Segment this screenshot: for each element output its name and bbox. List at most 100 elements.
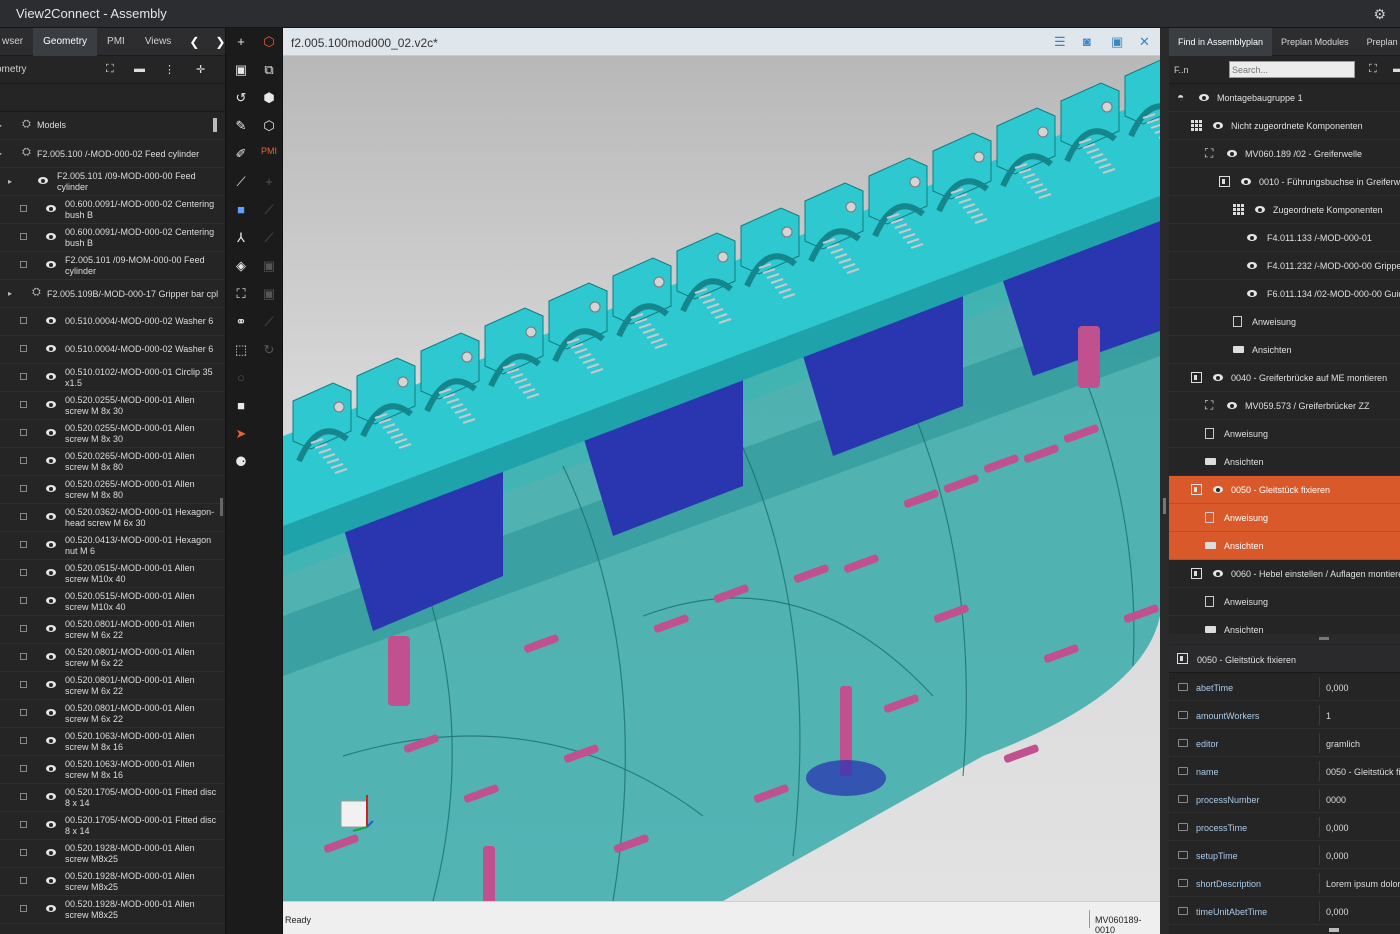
property-row[interactable]: timeUnitAbetTime 0,000 xyxy=(1169,897,1400,925)
assembly-model[interactable] xyxy=(283,56,1160,901)
assemblyplan-tree-item[interactable]: Ansichten xyxy=(1169,532,1400,560)
property-value[interactable]: 0050 - Gleitstück fi xyxy=(1326,767,1400,777)
eye-icon[interactable] xyxy=(46,625,56,632)
checkbox[interactable] xyxy=(20,737,27,744)
cube-front-icon[interactable]: ⧉ xyxy=(257,59,281,81)
eye-icon[interactable] xyxy=(46,429,56,436)
eye-icon[interactable] xyxy=(1247,262,1257,269)
geometry-tree-item[interactable]: ▸ ⛭ F2.005.109B/-MOD-000-17 Gripper bar cp… xyxy=(0,280,225,308)
explode-icon[interactable]: ◈ xyxy=(229,255,253,277)
eraser-icon[interactable]: ✐ xyxy=(229,143,253,165)
assembly-icon[interactable]: ◓ xyxy=(1177,91,1188,103)
save-icon[interactable]: ▣ xyxy=(229,59,253,81)
panel-icon[interactable]: ▬ xyxy=(134,63,145,75)
geometry-tree-item[interactable]: 00.520.0362/-MOD-000-01 Hexagon-head scr… xyxy=(0,504,225,532)
assemblyplan-tree-item[interactable]: Nicht zugeordnete Komponenten xyxy=(1169,112,1400,140)
list-icon[interactable]: ☰ xyxy=(1054,34,1066,50)
eye-icon[interactable] xyxy=(46,681,56,688)
geometry-tree-item[interactable]: 00.520.1063/-MOD-000-01 Allen screw M 8x… xyxy=(0,756,225,784)
geometry-tree-item[interactable]: 00.520.0265/-MOD-000-01 Allen screw M 8x… xyxy=(0,448,225,476)
checkbox[interactable] xyxy=(20,905,27,912)
expander-icon[interactable]: ▸ xyxy=(8,288,12,299)
property-value[interactable]: gramlich xyxy=(1326,739,1360,749)
assemblyplan-tree-item[interactable]: Anweisung xyxy=(1169,420,1400,448)
eye-icon[interactable] xyxy=(1213,570,1223,577)
property-row[interactable]: processNumber 0000 xyxy=(1169,785,1400,813)
checkbox[interactable] xyxy=(20,821,27,828)
geometry-tree-item[interactable]: 00.520.1063/-MOD-000-01 Allen screw M 8x… xyxy=(0,728,225,756)
geometry-tree-item[interactable]: ▸ ⛭ Models xyxy=(0,112,225,140)
search-input[interactable] xyxy=(1229,61,1355,78)
geometry-tree-item[interactable]: 00.520.0515/-MOD-000-01 Allen screw M10x… xyxy=(0,560,225,588)
properties-scrollbar[interactable] xyxy=(1329,928,1339,932)
panel-icon[interactable]: ▬ xyxy=(1393,63,1400,75)
cursor-icon[interactable]: ➤ xyxy=(229,423,253,445)
panel-icon[interactable] xyxy=(1191,484,1202,495)
hierarchy-icon[interactable]: ⛶ xyxy=(229,283,253,305)
checkbox[interactable] xyxy=(20,569,27,576)
checkbox[interactable] xyxy=(20,513,27,520)
assemblyplan-tree-item[interactable]: 0060 - Hebel einstellen / Auflagen monti… xyxy=(1169,560,1400,588)
model-icon[interactable]: ⛭ xyxy=(32,287,41,298)
splitter-grip[interactable] xyxy=(1163,498,1166,514)
checkbox[interactable] xyxy=(20,765,27,772)
eye-icon[interactable] xyxy=(1213,486,1223,493)
chevron-left-icon[interactable]: ❮ xyxy=(181,35,207,49)
split-icon[interactable]: ✛ xyxy=(196,63,205,76)
geometry-tree-item[interactable]: 00.520.0801/-MOD-000-01 Allen screw M 6x… xyxy=(0,616,225,644)
eye-icon[interactable] xyxy=(46,597,56,604)
geometry-tree-item[interactable]: 00.520.0801/-MOD-000-01 Allen screw M 6x… xyxy=(0,644,225,672)
checkbox[interactable] xyxy=(20,597,27,604)
checkbox[interactable] xyxy=(20,681,27,688)
eye-icon[interactable] xyxy=(46,821,56,828)
doc-icon[interactable] xyxy=(1233,316,1242,327)
eye-icon[interactable] xyxy=(46,233,56,240)
checkbox[interactable] xyxy=(20,877,27,884)
geometry-tree-item[interactable]: 00.520.1928/-MOD-000-01 Allen screw M8x2… xyxy=(0,896,225,924)
checkbox[interactable] xyxy=(20,849,27,856)
panel-icon[interactable] xyxy=(1191,568,1202,579)
eye-icon[interactable] xyxy=(46,401,56,408)
3d-scene[interactable] xyxy=(283,56,1160,901)
viewport-splitter[interactable] xyxy=(1160,28,1169,934)
eye-icon[interactable] xyxy=(1227,402,1237,409)
checkbox[interactable] xyxy=(20,401,27,408)
eye-icon[interactable] xyxy=(1247,290,1257,297)
geometry-tree-item[interactable]: 00.520.0255/-MOD-000-01 Allen screw M 8x… xyxy=(0,392,225,420)
panel-icon[interactable] xyxy=(1219,176,1230,187)
checkbox[interactable] xyxy=(20,485,27,492)
checkbox[interactable] xyxy=(20,233,27,240)
geometry-tree-item[interactable]: 00.520.0515/-MOD-000-01 Allen screw M10x… xyxy=(0,588,225,616)
geometry-tree-item[interactable]: 00.520.0413/-MOD-000-01 Hexagon nut M 6 xyxy=(0,532,225,560)
eye-icon[interactable] xyxy=(46,261,56,268)
grid-icon[interactable] xyxy=(1191,120,1202,131)
eye-icon[interactable] xyxy=(38,177,48,184)
axes-icon[interactable]: ⅄ xyxy=(229,227,253,249)
left-scrollbar-grip[interactable] xyxy=(220,498,223,516)
geometry-tree-item[interactable]: 00.510.0004/-MOD-000-02 Washer 6 xyxy=(0,336,225,364)
assemblyplan-tree-item[interactable]: ◓ Montagebaugruppe 1 xyxy=(1169,84,1400,112)
geometry-tree-item[interactable]: 00.520.1705/-MOD-000-01 Fitted disc 8 x … xyxy=(0,784,225,812)
assemblyplan-tree-item[interactable]: Ansichten xyxy=(1169,336,1400,364)
property-value[interactable]: 0,000 xyxy=(1326,851,1349,861)
eye-icon[interactable] xyxy=(46,709,56,716)
grid-icon[interactable] xyxy=(1233,204,1244,215)
eye-icon[interactable] xyxy=(46,877,56,884)
geometry-tree-item[interactable]: 00.520.0265/-MOD-000-01 Allen screw M 8x… xyxy=(0,476,225,504)
eye-icon[interactable] xyxy=(1247,234,1257,241)
geometry-tree-item[interactable]: ▸ ⛭ F2.005.100 /-MOD-000-02 Feed cylinder xyxy=(0,140,225,168)
eye-icon[interactable] xyxy=(1241,178,1251,185)
geometry-tree-item[interactable]: 00.520.0801/-MOD-000-01 Allen screw M 6x… xyxy=(0,672,225,700)
checkbox[interactable] xyxy=(20,709,27,716)
camera-icon[interactable]: ■ xyxy=(229,395,253,417)
tab-browser[interactable]: wser xyxy=(0,28,33,56)
camera-icon[interactable] xyxy=(1205,542,1216,549)
undo-icon[interactable]: ↺ xyxy=(229,87,253,109)
assemblyplan-tree-item[interactable]: 0050 - Gleitstück fixieren xyxy=(1169,476,1400,504)
eye-icon[interactable] xyxy=(46,485,56,492)
checkbox[interactable] xyxy=(20,457,27,464)
geometry-tree-item[interactable]: 00.520.0801/-MOD-000-01 Allen screw M 6x… xyxy=(0,700,225,728)
assemblyplan-tree-item[interactable]: 0010 - Führungsbuchse in Greiferwelle xyxy=(1169,168,1400,196)
eye-icon[interactable] xyxy=(1227,150,1237,157)
cube-top-icon[interactable]: ⬢ xyxy=(257,87,281,109)
